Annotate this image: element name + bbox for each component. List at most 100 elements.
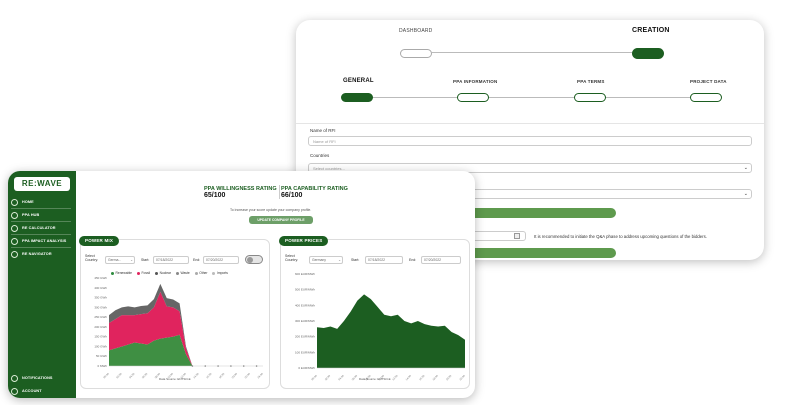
step-project-data-pill[interactable] — [690, 93, 722, 102]
pm-y-tick-label: 150 GWh — [94, 335, 107, 339]
qa-checkbox[interactable] — [514, 233, 520, 239]
stage-dashboard-pill[interactable] — [400, 49, 432, 58]
nav-ppa-hub-label: PPA HUB — [22, 213, 40, 217]
step-ppa-terms-pill[interactable] — [574, 93, 606, 102]
step-general-label: GENERAL — [343, 78, 374, 84]
hub-icon — [11, 211, 18, 219]
pp-country-select[interactable]: Germany ⌄ — [309, 256, 343, 264]
step-ppa-terms-label: PPA TERMS — [577, 79, 605, 84]
pm-y-tick-label: 200 GWh — [94, 325, 107, 329]
bell-icon — [11, 374, 18, 382]
pm-view-toggle[interactable] — [245, 255, 263, 264]
pm-x-tick-label: 02:00 — [115, 371, 123, 379]
brand-logo: RE:WAVE — [14, 177, 70, 191]
update-company-profile-button[interactable]: UPDATE COMPANY PROFILE — [249, 216, 313, 224]
pp-x-tick-label: 06:00 — [351, 373, 359, 381]
power-prices-chart: 0 EUR/MWh 100 EUR/MWh 200 EUR/MWh 300 EUR/M… — [295, 272, 466, 381]
power-prices-panel: POWER PRICES Select Country: Germany ⌄ S… — [279, 236, 470, 389]
pm-source: Data Source: ENTSO-E — [159, 377, 191, 381]
pm-country-value: Germa... — [108, 258, 122, 262]
legend-renewable: Renewable — [111, 271, 132, 275]
legend-nuclear: Nuclear — [155, 271, 171, 275]
pm-y-tick-label: 300 GWh — [94, 305, 107, 309]
pp-x-tick-label: 02:00 — [324, 373, 332, 381]
stage-line — [432, 52, 632, 53]
stage-progress: DASHBOARD CREATION — [296, 27, 764, 72]
pp-source: Data Source: ENTSO-E — [359, 377, 391, 381]
chevron-down-icon: ⌄ — [743, 165, 748, 171]
pm-y-tick-label: 350 GWh — [94, 296, 107, 300]
pp-end-input[interactable]: 07/20/2022 — [421, 256, 461, 264]
pp-start-input[interactable]: 07/18/2022 — [365, 256, 403, 264]
rfi-name-input[interactable]: Name of RFI — [308, 136, 752, 146]
pp-y-tick-label: 300 EUR/MWh — [295, 319, 315, 323]
pm-x-tick-label: 20:00 — [231, 371, 239, 379]
nav-item-re-calculator[interactable]: RE CALCULATOR — [11, 222, 75, 234]
pp-y-tick-label: 500 EUR/MWh — [295, 288, 315, 292]
qa-note: It is recommended to initiate the Q&A ph… — [534, 234, 707, 239]
pm-y-tick-label: 100 GWh — [94, 344, 107, 348]
user-icon — [11, 387, 18, 395]
dashboard-window: RE:WAVE HOME PPA HUB RE CALCULATOR PPA I… — [8, 171, 475, 398]
legend-fossil: Fossil — [137, 271, 150, 275]
nav-item-re-navigator[interactable]: RE NAVIGATOR — [11, 248, 75, 260]
pp-y-tick-label: 600 EUR/MWh — [295, 272, 315, 276]
pm-x-tick-label: 00:00 — [102, 371, 110, 379]
progress-bar-2[interactable] — [466, 248, 616, 258]
power-mix-title: POWER MIX — [79, 236, 120, 246]
nav-item-home[interactable]: HOME — [11, 196, 75, 208]
step-ppa-information-pill[interactable] — [457, 93, 489, 102]
chevron-down-icon: ⌄ — [743, 191, 748, 197]
pp-x-tick-label: 16:00 — [418, 373, 426, 381]
pp-country-value: Germany — [312, 258, 326, 262]
pm-y-tick-label: 250 GWh — [94, 315, 107, 319]
wizard-steps: GENERAL PPA INFORMATION PPA TERMS PROJEC… — [296, 78, 764, 108]
pm-y-tick-label: 450 GWh — [94, 276, 107, 280]
nav-item-ppa-impact-analysis[interactable]: PPA IMPACT ANALYSIS — [11, 235, 75, 247]
pm-start-label: Start: — [141, 258, 150, 262]
steps-line — [358, 97, 718, 98]
pm-x-tick-label: 22:00 — [243, 371, 251, 379]
nav-item-notifications[interactable]: NOTIFICATIONS — [11, 372, 75, 384]
pp-x-tick-label: 18:00 — [431, 373, 439, 381]
home-icon — [11, 198, 18, 206]
pp-area-price — [317, 294, 465, 368]
pm-x-tick-label: 24:00 — [256, 371, 264, 379]
pp-end-label: End: — [409, 258, 417, 262]
pp-x-tick-label: 04:00 — [337, 373, 345, 381]
pm-x-tick-label: 06:00 — [141, 371, 149, 379]
pp-y-tick-label: 100 EUR/MWh — [295, 350, 315, 354]
legend-waste: Waste — [175, 271, 190, 275]
progress-bar-1[interactable] — [466, 208, 616, 218]
step-project-data-label: PROJECT DATA — [690, 79, 727, 84]
pp-y-tick-label: 200 EUR/MWh — [295, 335, 315, 339]
step-general-pill[interactable] — [341, 93, 373, 102]
nav-item-ppa-hub[interactable]: PPA HUB — [11, 209, 75, 221]
pp-x-tick-label: 20:00 — [445, 373, 453, 381]
nav-ppa-impact-analysis-label: PPA IMPACT ANALYSIS — [22, 239, 67, 243]
dropdown-select[interactable]: ⌄ — [466, 189, 752, 199]
power-prices-title: POWER PRICES — [279, 236, 329, 246]
pp-x-tick-label: 22:00 — [458, 373, 466, 381]
rfi-name-label: Name of RFI — [310, 128, 336, 133]
nav-account-label: ACCOUNT — [22, 389, 42, 393]
sidebar: RE:WAVE HOME PPA HUB RE CALCULATOR PPA I… — [8, 171, 76, 398]
stage-creation-pill[interactable] — [632, 48, 664, 59]
nav-re-navigator-label: RE NAVIGATOR — [22, 252, 52, 256]
navigator-icon — [11, 250, 18, 258]
legend-other: Other — [194, 271, 207, 275]
nav-item-account[interactable]: ACCOUNT — [11, 385, 75, 397]
ratings-divider — [279, 185, 280, 199]
power-mix-panel: POWER MIX Select Country: Germa... ⌄ Sta… — [79, 236, 270, 389]
analysis-icon — [11, 237, 18, 245]
pm-x-tick-label: 16:00 — [205, 371, 213, 379]
pm-legend: Renewable Fossil Nuclear Waste Other Imp… — [111, 271, 228, 275]
pm-country-select[interactable]: Germa... ⌄ — [105, 256, 135, 264]
pm-x-tick-label: 18:00 — [218, 371, 226, 379]
pm-end-input[interactable]: 07/20/2022 — [203, 256, 239, 264]
pp-y-tick-label: 0 EUR/MWh — [298, 366, 315, 370]
calculator-icon — [11, 224, 18, 232]
pm-y-tick-label: 50 GWh — [96, 354, 107, 358]
pm-x-tick-label: 04:00 — [128, 371, 136, 379]
pm-start-input[interactable]: 07/18/2022 — [153, 256, 189, 264]
